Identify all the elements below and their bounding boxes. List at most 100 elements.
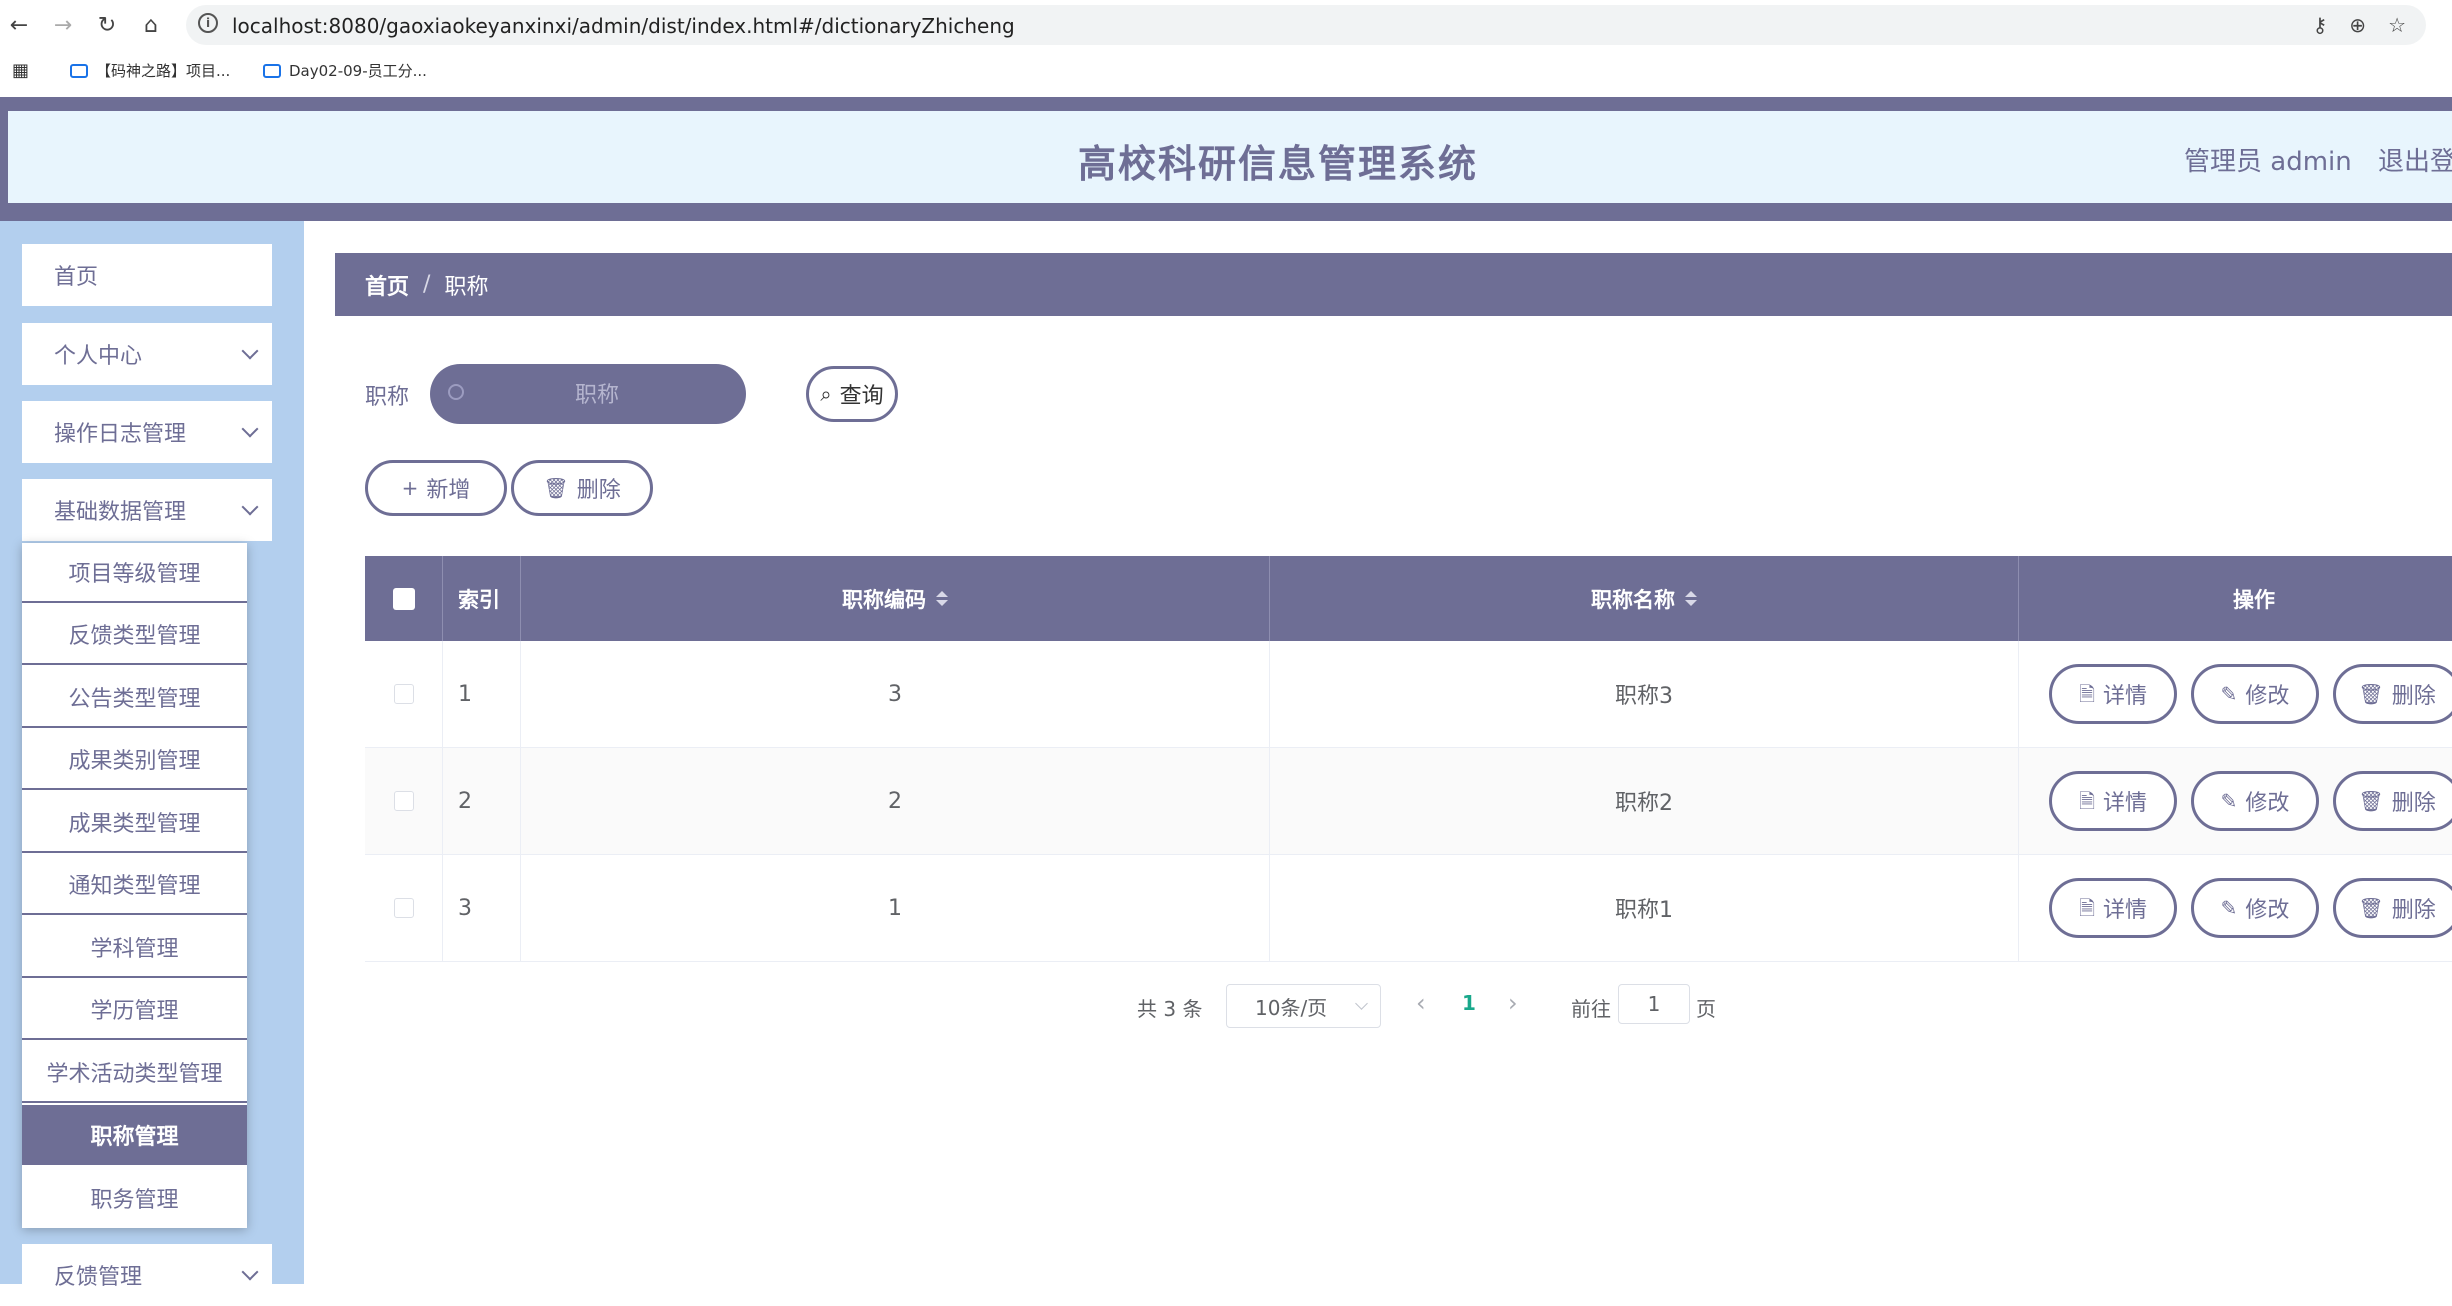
chevron-down-icon bbox=[1355, 997, 1368, 1010]
row-checkbox[interactable] bbox=[393, 684, 414, 704]
select-all-checkbox[interactable] bbox=[392, 587, 415, 610]
submenu-item-project-level[interactable]: 项目等级管理 bbox=[22, 543, 247, 603]
app-header-panel: 高校科研信息管理系统 管理员 admin 退出登 bbox=[8, 111, 2452, 203]
page-number-current[interactable]: 1 bbox=[1462, 991, 1476, 1015]
header-code[interactable]: 职称编码 bbox=[521, 556, 1270, 641]
cell-name: 职称1 bbox=[1270, 855, 2019, 961]
submenu-item-academic-activity-type[interactable]: 学术活动类型管理 bbox=[22, 1043, 247, 1103]
sidebar-item-home[interactable]: 首页 bbox=[22, 244, 272, 306]
detail-button[interactable]: 🗎 详情 bbox=[2049, 878, 2177, 938]
submenu-item-achievement-category[interactable]: 成果类别管理 bbox=[22, 730, 247, 790]
reload-icon[interactable]: ↻ bbox=[90, 8, 124, 42]
bookmark-star-icon[interactable]: ☆ bbox=[2388, 13, 2406, 37]
cell-name: 职称2 bbox=[1270, 748, 2019, 854]
browser-toolbar: ← → ↻ ⌂ i localhost:8080/gaoxiaokeyanxin… bbox=[0, 0, 2452, 50]
chevron-down-icon bbox=[241, 342, 259, 360]
search-box[interactable] bbox=[430, 364, 746, 424]
prev-page-icon[interactable]: ‹ bbox=[1416, 989, 1426, 1017]
current-user: 管理员 admin bbox=[2184, 147, 2352, 177]
header-name[interactable]: 职称名称 bbox=[1270, 556, 2019, 641]
address-bar[interactable]: i localhost:8080/gaoxiaokeyanxinxi/admin… bbox=[186, 5, 2426, 45]
pencil-icon: ✎ bbox=[2220, 682, 2238, 706]
search-input[interactable] bbox=[480, 374, 714, 416]
bookmark-item-1[interactable]: 【码神之路】项目... bbox=[70, 60, 230, 81]
goto-label: 前往 bbox=[1571, 997, 1611, 1021]
add-button[interactable]: + 新增 bbox=[365, 460, 507, 516]
search-label: 职称 bbox=[365, 385, 410, 410]
sidebar-item-operation-log[interactable]: 操作日志管理 bbox=[22, 401, 272, 463]
cell-code: 3 bbox=[521, 641, 1270, 747]
submenu-item-feedback-type[interactable]: 反馈类型管理 bbox=[22, 605, 247, 665]
back-icon[interactable]: ← bbox=[2, 8, 36, 42]
chevron-down-icon bbox=[241, 1263, 259, 1281]
edit-button[interactable]: ✎ 修改 bbox=[2191, 664, 2319, 724]
cell-operations: 🗎 详情 ✎ 修改 🗑 删除 bbox=[2019, 641, 2452, 747]
delete-button[interactable]: 🗑 删除 bbox=[2333, 771, 2452, 831]
batch-delete-button[interactable]: 🗑 删除 bbox=[511, 460, 653, 516]
sort-icon[interactable] bbox=[936, 591, 948, 606]
header-select-all-cell bbox=[365, 556, 443, 641]
table-row: 3 1 职称1 🗎 详情 ✎ 修改 🗑 删除 bbox=[365, 855, 2452, 962]
sort-icon[interactable] bbox=[1685, 591, 1697, 606]
breadcrumb-current: 职称 bbox=[444, 274, 489, 300]
submenu-item-achievement-type[interactable]: 成果类型管理 bbox=[22, 793, 247, 853]
main-content: 首页 / 职称 职称 ⌕ 查询 + 新增 🗑 删除 索引 职称编码 职称名称 bbox=[304, 221, 2452, 1284]
row-checkbox[interactable] bbox=[393, 791, 414, 811]
delete-button[interactable]: 🗑 删除 bbox=[2333, 878, 2452, 938]
sidebar-item-personal-center[interactable]: 个人中心 bbox=[22, 323, 272, 385]
submenu-item-subject[interactable]: 学科管理 bbox=[22, 918, 247, 978]
sidebar-item-basic-data[interactable]: 基础数据管理 bbox=[22, 479, 272, 541]
detail-button[interactable]: 🗎 详情 bbox=[2049, 771, 2177, 831]
search-icon bbox=[448, 384, 464, 400]
cell-code: 2 bbox=[521, 748, 1270, 854]
key-icon[interactable]: ⚷ bbox=[2313, 13, 2328, 37]
delete-button[interactable]: 🗑 删除 bbox=[2333, 664, 2452, 724]
edit-button[interactable]: ✎ 修改 bbox=[2191, 771, 2319, 831]
submenu-item-title-active[interactable]: 职称管理 bbox=[22, 1105, 247, 1165]
document-icon: 🗎 bbox=[2078, 682, 2096, 706]
bookmark-item-2[interactable]: Day02-09-员工分... bbox=[263, 60, 427, 81]
table-header: 索引 职称编码 职称名称 操作 bbox=[365, 556, 2452, 641]
table-row: 2 2 职称2 🗎 详情 ✎ 修改 🗑 删除 bbox=[365, 748, 2452, 855]
logout-link[interactable]: 退出登 bbox=[2378, 141, 2452, 178]
address-url[interactable]: localhost:8080/gaoxiaokeyanxinxi/admin/d… bbox=[232, 14, 1015, 38]
detail-button[interactable]: 🗎 详情 bbox=[2049, 664, 2177, 724]
cell-code: 1 bbox=[521, 855, 1270, 961]
bilibili-icon bbox=[70, 63, 88, 78]
submenu-item-position[interactable]: 职务管理 bbox=[22, 1168, 247, 1228]
app-title: 高校科研信息管理系统 bbox=[1077, 142, 1478, 186]
goto-page-input[interactable] bbox=[1618, 984, 1690, 1024]
trash-icon: 🗑 bbox=[2358, 682, 2384, 706]
page-size-select[interactable]: 10条/页 bbox=[1226, 984, 1381, 1028]
basic-data-submenu: 项目等级管理 反馈类型管理 公告类型管理 成果类别管理 成果类型管理 通知类型管… bbox=[22, 543, 247, 1228]
sidebar-item-feedback[interactable]: 反馈管理 bbox=[22, 1244, 272, 1306]
query-button[interactable]: ⌕ 查询 bbox=[806, 366, 898, 422]
apps-grid-icon[interactable]: ▦ bbox=[12, 60, 29, 81]
trash-icon: 🗑 bbox=[2358, 896, 2384, 920]
submenu-item-notification-type[interactable]: 通知类型管理 bbox=[22, 855, 247, 915]
site-info-icon[interactable]: i bbox=[198, 13, 218, 33]
pencil-icon: ✎ bbox=[2220, 896, 2238, 920]
chevron-down-icon bbox=[241, 420, 259, 438]
document-icon: 🗎 bbox=[2078, 789, 2096, 813]
bookmarks-bar: ▦ 【码神之路】项目... Day02-09-员工分... bbox=[0, 56, 2452, 90]
home-icon[interactable]: ⌂ bbox=[134, 8, 168, 42]
breadcrumb-home[interactable]: 首页 bbox=[365, 269, 409, 301]
pagination-total: 共 3 条 bbox=[1137, 997, 1203, 1021]
submenu-item-notice-type[interactable]: 公告类型管理 bbox=[22, 668, 247, 728]
breadcrumb: 首页 / 职称 bbox=[335, 253, 2452, 316]
page-suffix-label: 页 bbox=[1696, 997, 1716, 1021]
header-index: 索引 bbox=[443, 556, 521, 641]
row-checkbox-cell bbox=[365, 855, 443, 961]
cell-index: 2 bbox=[443, 748, 521, 854]
document-icon: 🗎 bbox=[2078, 896, 2096, 920]
submenu-item-education[interactable]: 学历管理 bbox=[22, 980, 247, 1040]
row-checkbox[interactable] bbox=[393, 898, 414, 918]
header-operations: 操作 bbox=[2233, 587, 2275, 612]
forward-icon[interactable]: → bbox=[46, 8, 80, 42]
next-page-icon[interactable]: › bbox=[1508, 989, 1518, 1017]
edit-button[interactable]: ✎ 修改 bbox=[2191, 878, 2319, 938]
pencil-icon: ✎ bbox=[2220, 789, 2238, 813]
zoom-icon[interactable]: ⊕ bbox=[2349, 13, 2366, 37]
cell-name: 职称3 bbox=[1270, 641, 2019, 747]
